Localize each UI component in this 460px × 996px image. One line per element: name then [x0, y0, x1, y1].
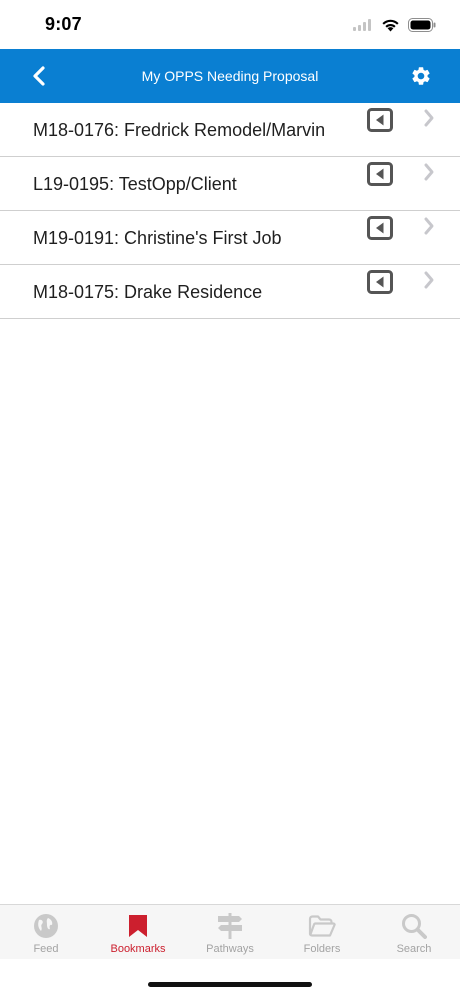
tab-label: Bookmarks [110, 943, 166, 955]
tab-bar: Feed Bookmarks Pathways Folders Search [0, 904, 460, 959]
collapse-action-button[interactable] [367, 162, 393, 186]
page-title: My OPPS Needing Proposal [141, 68, 319, 84]
tab-feed[interactable]: Feed [0, 905, 92, 959]
status-time: 9:07 [45, 14, 82, 34]
status-bar: 9:07 [0, 0, 460, 49]
list-item-label: M18-0175: Drake Residence [33, 282, 263, 302]
list-item[interactable]: M18-0176: Fredrick Remodel/Marvin [0, 103, 460, 157]
list-item[interactable]: L19-0195: TestOpp/Client [0, 157, 460, 211]
chevron-right-icon [422, 269, 436, 291]
caret-box-left-icon [367, 270, 393, 294]
list-item-label: M18-0176: Fredrick Remodel/Marvin [33, 120, 326, 140]
tab-label: Pathways [206, 943, 254, 955]
opportunity-list: M18-0176: Fredrick Remodel/Marvin L19-01… [0, 103, 460, 319]
wifi-icon [382, 19, 399, 32]
navigation-bar: My OPPS Needing Proposal [0, 49, 460, 103]
tab-label: Folders [303, 943, 341, 955]
battery-icon [408, 18, 436, 32]
tab-pathways[interactable]: Pathways [184, 905, 276, 959]
tab-folders[interactable]: Folders [276, 905, 368, 959]
home-indicator [148, 982, 312, 987]
chevron-right-icon [422, 215, 436, 237]
list-item[interactable]: M18-0175: Drake Residence [0, 265, 460, 319]
caret-box-left-icon [367, 108, 393, 132]
settings-button[interactable] [408, 63, 434, 89]
signpost-icon [216, 913, 244, 939]
chevron-left-icon [33, 66, 45, 86]
list-item-label: M19-0191: Christine's First Job [33, 228, 282, 248]
globe-icon [33, 913, 59, 939]
chevron-right-icon [422, 161, 436, 183]
back-button[interactable] [24, 61, 54, 91]
cellular-signal-icon [353, 19, 371, 31]
status-icons [353, 16, 436, 34]
bookmark-icon [128, 913, 148, 939]
caret-box-left-icon [367, 162, 393, 186]
chevron-right-icon [422, 107, 436, 129]
search-icon [401, 913, 427, 939]
folder-icon [308, 913, 336, 939]
tab-search[interactable]: Search [368, 905, 460, 959]
list-item[interactable]: M19-0191: Christine's First Job [0, 211, 460, 265]
collapse-action-button[interactable] [367, 216, 393, 240]
tab-label: Search [396, 943, 432, 955]
collapse-action-button[interactable] [367, 108, 393, 132]
tab-label: Feed [33, 943, 59, 955]
list-item-label: L19-0195: TestOpp/Client [33, 174, 237, 194]
caret-box-left-icon [367, 216, 393, 240]
gear-icon [412, 67, 430, 85]
tab-bookmarks[interactable]: Bookmarks [92, 905, 184, 959]
collapse-action-button[interactable] [367, 270, 393, 294]
